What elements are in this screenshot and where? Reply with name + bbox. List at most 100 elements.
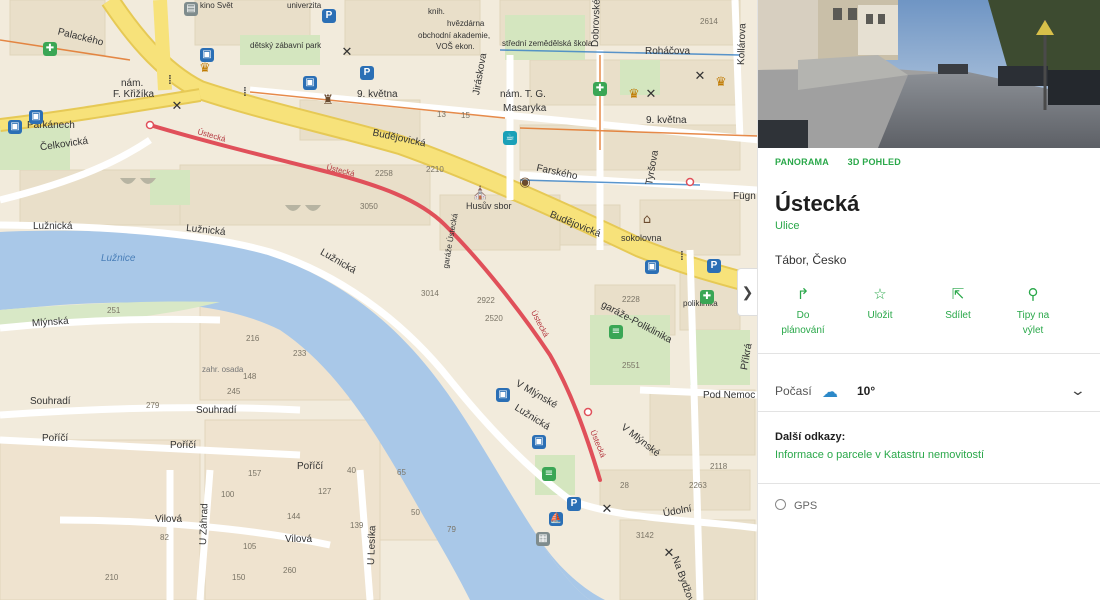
house-number: 3050 [360,202,378,211]
restaurant-icon[interactable]: ✕ [662,547,676,561]
poi-label: střední zemědělská škola [502,39,593,48]
pharmacy-icon[interactable]: ✚ [700,290,714,304]
monument-icon[interactable]: ♜ [321,94,335,108]
bus-stop-icon[interactable]: ▣ [532,435,546,449]
street-label: Kollárova [736,23,749,66]
gps-icon [775,499,786,510]
pharmacy-icon[interactable]: ✚ [43,42,57,56]
bus-stop-icon[interactable]: ▣ [8,120,22,134]
divider [758,411,1100,412]
action-label: Tipy na [1016,310,1050,321]
house-number: 2258 [375,169,393,178]
parking-icon[interactable]: P [707,259,721,273]
panorama-photo[interactable] [758,0,1100,148]
poi-label: Husův sbor [466,201,512,211]
poi-label: kino Svět [200,1,233,10]
parking-icon[interactable]: P [360,66,374,80]
house-number: 2210 [426,165,444,174]
weather-label: Počasí [775,384,812,398]
street-label: U Lesíka [366,525,379,566]
shop-icon[interactable]: ♛ [198,62,212,76]
collapse-panel-button[interactable]: ❯ [737,268,757,316]
boat-icon[interactable]: ⛵ [549,512,563,526]
gps-label: GPS [794,500,818,512]
action-bar: ↱ Do plánování ☆ Uložit ⇱ Sdílet ⚲ Tipy … [768,286,1088,342]
shop-icon[interactable]: ♛ [627,88,641,102]
street-label: 9. května [646,115,687,126]
house-number: 2118 [710,462,728,471]
gps-row[interactable]: GPS [775,499,817,512]
poi-label: knih. [428,7,445,16]
bus-stop-icon[interactable]: ▣ [496,388,510,402]
house-number: 233 [293,349,307,358]
action-label: výlet [1022,324,1044,336]
house-number: 100 [221,490,235,499]
house-number: 2551 [622,361,640,370]
map-canvas[interactable]: Palackého Parkánech Čelkovická nám. F. K… [0,0,757,600]
pharmacy-icon[interactable]: ✚ [593,82,607,96]
bus-stop-icon[interactable]: ▣ [303,76,317,90]
street-label: Poříčí [42,433,69,444]
tab-panorama[interactable]: PANORAMA [775,157,829,167]
street-label: 9. května [357,89,398,100]
restaurant-icon[interactable]: ✕ [600,503,614,517]
street-label: Vilová [285,534,313,545]
bus-stop-icon[interactable]: ▣ [200,48,214,62]
building-icon[interactable]: ⌂ [640,213,654,227]
parking-icon[interactable]: P [567,497,581,511]
place-type[interactable]: Ulice [775,220,799,232]
bus-stop-icon[interactable]: ▣ [29,110,43,124]
poi-label: hvězdárna [447,19,485,28]
church-icon[interactable]: ⛪ [472,187,488,201]
house-number: 2228 [622,295,640,304]
action-label: Uložit [867,310,893,321]
museum-icon[interactable]: ▦ [536,532,550,546]
cadastre-link[interactable]: Informace o parcele v Katastru nemovitos… [775,449,984,461]
poi-label: sokolovna [621,233,662,243]
playground-icon[interactable]: ≡ [542,467,556,481]
trip-tips-button[interactable]: ⚲ Tipy na výlet [998,286,1068,338]
restaurant-icon[interactable]: ✕ [693,70,707,84]
street-label: Poříčí [297,461,324,472]
save-button[interactable]: ☆ Uložit [845,286,915,324]
house-number: 2263 [689,481,707,490]
page-title: Ústecká [775,191,860,216]
house-number: 157 [248,469,262,478]
hiker-icon: ⚲ [1027,286,1039,303]
house-number: 2520 [485,314,503,323]
street-label: Poříčí [170,440,197,451]
house-number: 148 [243,372,257,381]
parking-icon[interactable]: P [322,9,336,23]
chevron-down-icon[interactable]: ⌄ [1070,382,1086,399]
house-number: 3014 [421,289,439,298]
share-button[interactable]: ⇱ Sdílet [923,286,993,324]
house-number: 2614 [700,17,718,26]
street-label: Roháčova [645,46,691,57]
playground-icon[interactable]: ≡ [609,325,623,339]
house-number: 13 [437,110,446,119]
shop-icon[interactable]: ♛ [714,76,728,90]
house-number: 139 [350,521,364,530]
house-number: 28 [620,481,629,490]
panel-tabs: PANORAMA 3D POHLED [775,157,917,167]
divider [758,353,1100,354]
plan-route-button[interactable]: ↱ Do plánování [768,286,838,338]
tab-3d-view[interactable]: 3D POHLED [848,157,901,167]
street-label: Souhradí [30,396,71,407]
house-number: 260 [283,566,297,575]
restaurant-icon[interactable]: ✕ [170,100,184,114]
viewpoint-icon[interactable]: ◉ [518,176,532,190]
house-number: 105 [243,542,257,551]
weather-row[interactable]: Počasí ☁ 10° ⌄ [775,382,1091,403]
street-label: Pod Nemoc [703,390,756,401]
cafe-icon[interactable]: ☕ [503,131,517,145]
cinema-icon[interactable]: ▤ [184,2,198,16]
traffic-light-icon: ⁞ [167,73,173,88]
street-label: nám. T. G. [500,89,546,100]
restaurant-icon[interactable]: ✕ [644,88,658,102]
street-label: Fügn [733,191,756,202]
bus-stop-icon[interactable]: ▣ [645,260,659,274]
weather-temperature: 10° [857,384,876,398]
restaurant-icon[interactable]: ✕ [340,46,354,60]
house-number: 3142 [636,531,654,540]
